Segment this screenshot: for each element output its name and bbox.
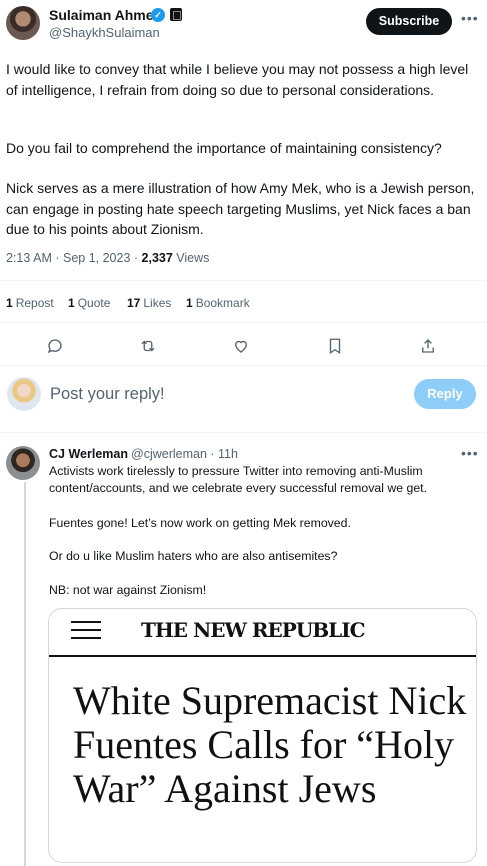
reply-author-handle-and-age[interactable]: @cjwerleman · 11h (131, 447, 238, 461)
views-label: Views (176, 251, 210, 265)
views-count: 2,337 (141, 251, 173, 265)
tweet-meta: 2:13 AM · Sep 1, 2023 · 2,337 Views (6, 251, 210, 265)
card-divider (49, 655, 476, 657)
author-avatar[interactable] (6, 6, 40, 40)
like-icon[interactable] (230, 335, 252, 357)
tweet-paragraph: Nick serves as a mere illustration of ho… (6, 180, 475, 237)
reply-input[interactable]: Post your reply! (50, 385, 165, 404)
reply-line: Fuentes gone! Let’s now work on getting … (49, 516, 351, 530)
publication-logo: THE NEW REPUBLIC (141, 618, 366, 642)
divider (0, 432, 487, 433)
tweet-date[interactable]: Sep 1, 2023 (63, 251, 130, 265)
reply-line: Or do u like Muslim haters who are also … (49, 549, 338, 563)
quote-count[interactable]: 1 Quote (68, 296, 110, 310)
bookmark-icon[interactable] (324, 335, 346, 357)
tweet-time[interactable]: 2:13 AM (6, 251, 52, 265)
divider (0, 280, 487, 281)
likes-count[interactable]: 17 Likes (127, 296, 171, 310)
current-user-avatar[interactable] (7, 377, 41, 411)
repost-icon[interactable] (137, 335, 159, 357)
share-icon[interactable] (417, 335, 439, 357)
repost-count[interactable]: 1 Repost (6, 296, 54, 310)
subscribe-button[interactable]: Subscribe (366, 8, 452, 35)
tweet-paragraph: Do you fail to comprehend the importance… (6, 140, 442, 156)
affiliation-badge-icon[interactable] (170, 8, 182, 21)
reply-button[interactable]: Reply (414, 379, 476, 409)
thread-line (24, 482, 26, 866)
reply-author-name[interactable]: CJ Werleman (49, 447, 128, 461)
reply-icon[interactable] (44, 335, 66, 357)
more-options-icon[interactable]: ••• (461, 10, 479, 26)
link-preview-card[interactable]: THE NEW REPUBLIC White Supremacist Nick … (48, 608, 477, 863)
verified-badge-icon: ✓ (151, 8, 165, 22)
reply-more-options-icon[interactable]: ••• (461, 445, 479, 461)
reply-author-avatar[interactable] (6, 446, 40, 480)
reply-line: Activists work tirelessly to pressure Tw… (49, 464, 427, 495)
article-headline: White Supremacist Nick Fuentes Calls for… (73, 678, 467, 811)
bookmark-count[interactable]: 1 Bookmark (186, 296, 250, 310)
tweet-paragraph: I would like to convey that while I beli… (6, 61, 469, 98)
divider (0, 322, 487, 323)
divider (0, 365, 487, 366)
author-handle[interactable]: @ShaykhSulaiman (49, 25, 160, 40)
hamburger-menu-icon (71, 621, 101, 639)
reply-line: NB: not war against Zionism! (49, 583, 207, 597)
author-name[interactable]: Sulaiman Ahmed (49, 7, 162, 23)
